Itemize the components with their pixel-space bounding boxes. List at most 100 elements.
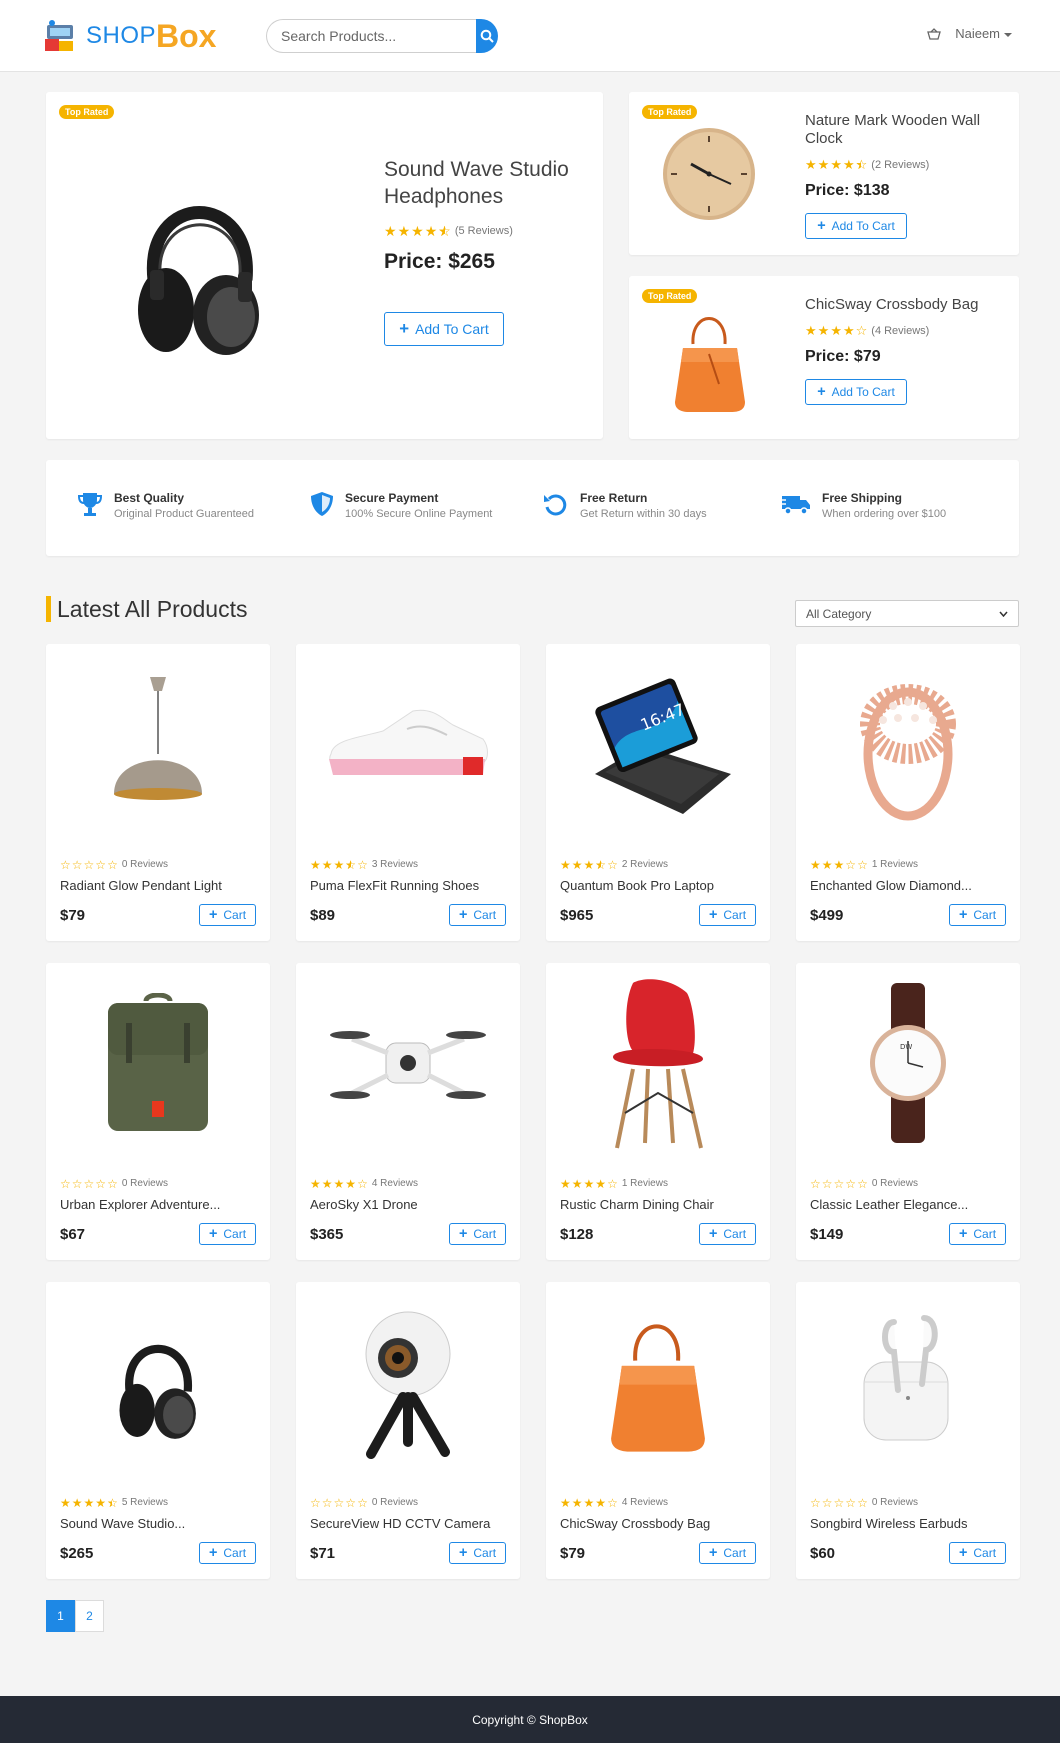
add-to-cart-button[interactable]: + Cart	[199, 1223, 256, 1245]
rating-stars: ☆ ☆ ☆ ☆ ☆	[60, 1178, 118, 1190]
product-name[interactable]: AeroSky X1 Drone	[310, 1197, 506, 1212]
product-title[interactable]: ChicSway Crossbody Bag	[805, 296, 1005, 314]
cart-basket-icon[interactable]	[927, 27, 942, 40]
cart-label: Cart	[473, 908, 497, 922]
product-price: $965	[560, 907, 594, 924]
header: SHOP Box Naieem	[0, 0, 1060, 72]
add-to-cart-button[interactable]: + Add To Cart	[805, 379, 907, 405]
product-card[interactable]: ☆ ☆ ☆ ☆ ☆ 0 Reviews SecureView HD CCTV Camera $…	[296, 1282, 520, 1579]
product-card[interactable]: ★ ★ ★ ☆ ☆ 1 Reviews Enchanted Glow Diamond... $…	[796, 644, 1020, 941]
star-empty-icon: ☆	[95, 857, 107, 872]
add-to-cart-button[interactable]: + Add To Cart	[805, 213, 907, 239]
star-empty-icon: ☆	[357, 1495, 368, 1510]
product-name[interactable]: Rustic Charm Dining Chair	[560, 1197, 756, 1212]
trophy-icon	[77, 493, 103, 516]
product-card[interactable]: ☆ ☆ ☆ ☆ ☆ 0 Reviews Urban Explorer Adventure..…	[46, 963, 270, 1260]
category-select[interactable]: All Category	[795, 600, 1019, 627]
page-1-button[interactable]: 1	[46, 1600, 75, 1632]
product-card[interactable]: ☆ ☆ ☆ ☆ ☆ 0 Reviews Songbird Wireless Earbuds $…	[796, 1282, 1020, 1579]
product-card[interactable]: ★ ★ ★ ★ ☆ 4 Reviews ChicSway Crossbody Bag $79 +…	[546, 1282, 770, 1579]
rating-stars: ★★★★☆★	[805, 158, 867, 171]
earbuds-icon	[796, 1282, 1020, 1482]
product-card[interactable]: ★★★★☆★5 ReviewsSound Wave Studio...$265+…	[46, 1282, 270, 1579]
product-price: $499	[810, 907, 844, 924]
pagination: 1 2	[46, 1600, 104, 1632]
search-input[interactable]	[266, 19, 476, 53]
cart-label: Cart	[473, 1227, 497, 1241]
star-full-icon: ★	[411, 222, 424, 239]
headphones-icon	[134, 170, 264, 365]
hero-side-card-clock[interactable]: Top Rated Nature Mark Wooden Wall Clock …	[629, 92, 1019, 255]
logo[interactable]: SHOP Box	[44, 18, 216, 54]
review-count: 4 Reviews	[621, 1497, 668, 1509]
product-name[interactable]: Urban Explorer Adventure...	[60, 1197, 256, 1212]
product-name[interactable]: ChicSway Crossbody Bag	[560, 1516, 756, 1531]
add-to-cart-button[interactable]: + Cart	[949, 1223, 1006, 1245]
feature-subtitle: When ordering over $100	[822, 508, 947, 520]
search-button[interactable]	[476, 19, 498, 53]
add-to-cart-button[interactable]: + Cart	[449, 1542, 506, 1564]
footer: Copyright © ShopBox	[0, 1696, 1060, 1743]
review-count: 0 Reviews	[121, 859, 168, 871]
wall-clock-icon	[661, 126, 757, 227]
star-full-icon: ★	[397, 222, 411, 239]
star-empty-icon: ☆	[107, 1176, 118, 1191]
product-name[interactable]: Radiant Glow Pendant Light	[60, 878, 256, 893]
add-to-cart-button[interactable]: + Cart	[699, 1542, 756, 1564]
product-card[interactable]: ★★★☆★☆3 ReviewsPuma FlexFit Running Shoe…	[296, 644, 520, 941]
star-empty-icon: ☆	[107, 857, 118, 872]
star-full-icon: ★	[345, 1176, 357, 1191]
product-card[interactable]: 16:47★★★☆★☆2 ReviewsQuantum Book Pro Lap…	[546, 644, 770, 941]
rating: ☆ ☆ ☆ ☆ ☆ 0 Reviews	[310, 1494, 418, 1512]
add-to-cart-button[interactable]: + Cart	[699, 904, 756, 926]
page-2-button[interactable]: 2	[75, 1600, 104, 1632]
product-price: $60	[810, 1545, 836, 1562]
rating: ★ ★ ★ ☆ ☆ 1 Reviews	[810, 856, 918, 874]
product-name[interactable]: Songbird Wireless Earbuds	[810, 1516, 1006, 1531]
product-title[interactable]: Sound Wave Studio Headphones	[384, 156, 584, 210]
add-to-cart-button[interactable]: + Cart	[199, 904, 256, 926]
add-to-cart-button[interactable]: + Cart	[949, 904, 1006, 926]
rating-stars: ☆ ☆ ☆ ☆ ☆	[310, 1497, 368, 1509]
product-card[interactable]: DW ☆ ☆ ☆ ☆ ☆ 0 Reviews Classic Leather Elegance…	[796, 963, 1020, 1260]
add-to-cart-button[interactable]: + Cart	[199, 1542, 256, 1564]
product-name[interactable]: Puma FlexFit Running Shoes	[310, 878, 506, 893]
add-to-cart-button[interactable]: + Cart	[699, 1223, 756, 1245]
product-card[interactable]: ★ ★ ★ ★ ☆ 4 Reviews AeroSky X1 Drone $365 + Cart	[296, 963, 520, 1260]
product-name[interactable]: Quantum Book Pro Laptop	[560, 878, 756, 893]
rating-stars: ☆ ☆ ☆ ☆ ☆	[810, 1178, 868, 1190]
rating-stars: ★★★★☆★	[60, 1497, 118, 1509]
product-name[interactable]: Classic Leather Elegance...	[810, 1197, 1006, 1212]
star-empty-icon: ☆	[845, 1495, 857, 1510]
rating: ★★★★☆★(2 Reviews)	[805, 156, 929, 174]
product-name[interactable]: Enchanted Glow Diamond...	[810, 878, 1006, 893]
plus-icon: +	[458, 906, 468, 923]
add-to-cart-button[interactable]: + Add To Cart	[384, 312, 504, 346]
star-empty-icon: ☆	[357, 857, 368, 872]
add-to-cart-button[interactable]: + Cart	[449, 1223, 506, 1245]
product-price: Price: $79	[805, 348, 881, 365]
hero-side-card-bag[interactable]: Top Rated ChicSway Crossbody Bag ★ ★ ★ ★ ☆ (4…	[629, 276, 1019, 439]
add-to-cart-button[interactable]: + Cart	[449, 904, 506, 926]
star-full-icon: ★	[833, 857, 845, 872]
feature-subtitle: 100% Secure Online Payment	[345, 508, 493, 520]
star-full-icon: ★	[310, 1176, 321, 1191]
product-name[interactable]: Sound Wave Studio...	[60, 1516, 256, 1531]
star-empty-icon: ☆	[821, 1176, 833, 1191]
rating: ★ ★ ★ ★ ☆ 4 Reviews	[310, 1175, 418, 1193]
star-full-icon: ★	[333, 1176, 345, 1191]
product-title[interactable]: Nature Mark Wooden Wall Clock	[805, 112, 1005, 148]
brand-text-shop: SHOP	[86, 22, 157, 49]
star-empty-icon: ☆	[71, 1176, 83, 1191]
rating-stars: ★★★★☆★	[384, 222, 451, 239]
user-menu[interactable]: Naieem	[955, 26, 1012, 41]
star-full-icon: ★	[71, 1495, 83, 1510]
cart-label: Cart	[223, 1227, 247, 1241]
product-name[interactable]: SecureView HD CCTV Camera	[310, 1516, 506, 1531]
review-count: 3 Reviews	[371, 859, 418, 871]
search-icon	[480, 29, 494, 43]
product-card[interactable]: ★ ★ ★ ★ ☆ 1 Reviews Rustic Charm Dining Chair $…	[546, 963, 770, 1260]
hero-featured-card[interactable]: Top Rated Sound Wave Studio Headphones ★…	[46, 92, 603, 439]
add-to-cart-button[interactable]: + Cart	[949, 1542, 1006, 1564]
product-card[interactable]: ☆ ☆ ☆ ☆ ☆ 0 Reviews Radiant Glow Pendant Light…	[46, 644, 270, 941]
